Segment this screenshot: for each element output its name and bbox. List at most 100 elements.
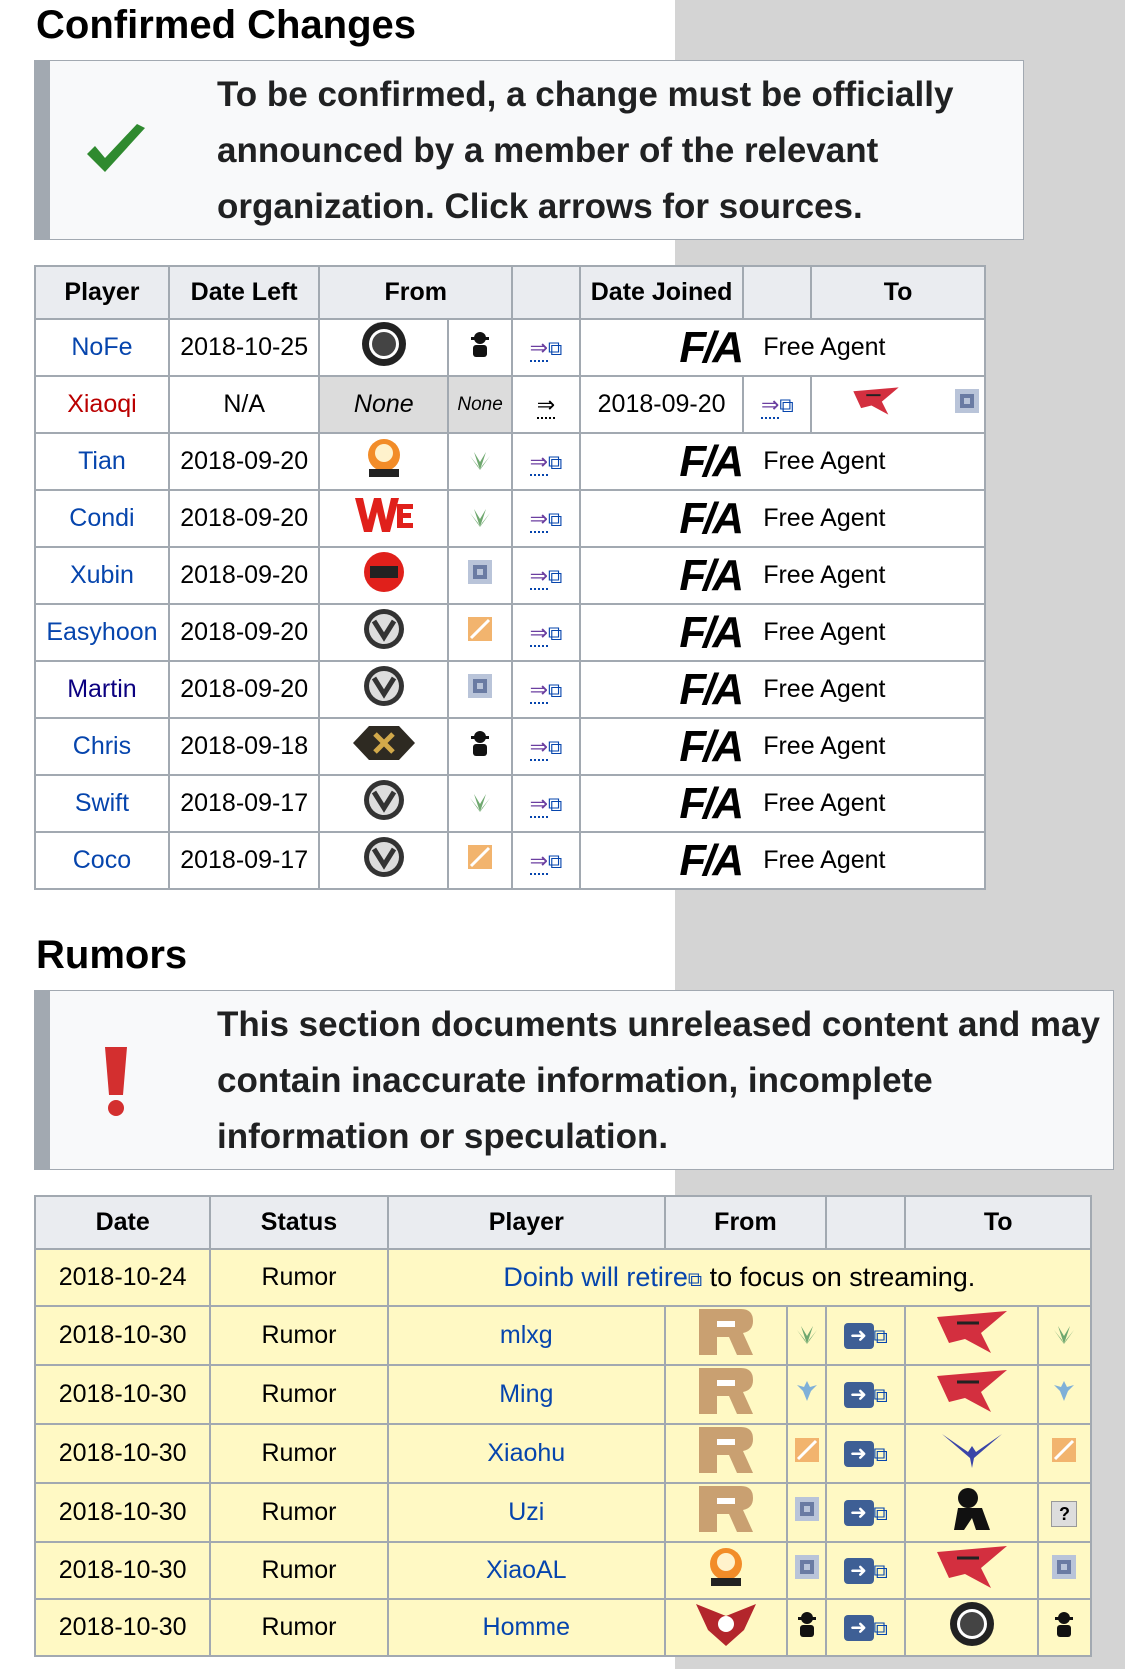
sn-gaming-logo[interactable] (703, 1548, 749, 1596)
from-team-cell (318, 774, 450, 833)
to-cell: F/A Free Agent (578, 546, 987, 605)
source-arrow-icon[interactable]: ⇒ (760, 392, 780, 419)
external-link-icon[interactable]: ⧉ (548, 851, 562, 873)
rogue-warriors-logo[interactable] (935, 1370, 1009, 1420)
player-link[interactable]: Xiaoqi (67, 390, 137, 418)
external-link-icon[interactable]: ⧉ (548, 509, 562, 531)
rng-logo[interactable] (695, 1309, 757, 1363)
source-arrow-icon[interactable]: ➜ (843, 1615, 874, 1642)
retired-icon[interactable] (952, 1488, 992, 1538)
player-link[interactable]: Chris (73, 732, 131, 760)
to-team-cell (810, 375, 986, 434)
external-link-icon[interactable]: ⧉ (874, 1503, 888, 1525)
to-cell: F/A Free Agent (578, 774, 987, 833)
free-agent-wrap: F/A Free Agent (581, 836, 984, 886)
free-agent-logo: F/A (679, 322, 744, 372)
sn-gaming-logo[interactable] (361, 439, 407, 487)
status-cell: Rumor (209, 1305, 389, 1366)
source-arrow-icon[interactable]: ⇒ (529, 335, 548, 362)
player-link[interactable]: Swift (75, 789, 129, 817)
coach-icon (469, 731, 491, 762)
player-link[interactable]: Martin (67, 675, 136, 703)
rogue-warriors-logo[interactable] (935, 1311, 1009, 1361)
player-link[interactable]: NoFe (71, 333, 132, 361)
player-link[interactable]: Homme (483, 1613, 571, 1641)
arrow-cell: ⇒⧉ (511, 660, 581, 719)
player-link[interactable]: mlxg (500, 1321, 553, 1349)
support-icon (467, 674, 493, 705)
external-link-icon[interactable]: ⧉ (874, 1444, 888, 1466)
external-link-icon[interactable]: ⧉ (548, 338, 562, 360)
source-arrow-icon[interactable]: ⇒ (529, 620, 548, 647)
player-link[interactable]: Condi (69, 504, 134, 532)
rogue-warriors-logo[interactable] (935, 1546, 1009, 1596)
table-row: Easyhoon 2018-09-20 ⇒⧉ F/A Free Agent (34, 603, 987, 662)
external-link-icon[interactable]: ⧉ (874, 1385, 888, 1407)
player-link[interactable]: Xiaohu (487, 1439, 565, 1467)
player-cell: Swift (34, 774, 170, 833)
player-link[interactable]: XiaoAL (486, 1556, 567, 1584)
player-link[interactable]: Tian (78, 447, 126, 475)
player-link[interactable]: Uzi (508, 1498, 544, 1526)
from-role-cell (447, 546, 514, 605)
source-arrow-icon[interactable]: ⇒ (529, 848, 548, 875)
player-cell: Xubin (34, 546, 170, 605)
external-link-icon[interactable]: ⧉ (548, 623, 562, 645)
to-role-cell (1036, 1598, 1093, 1657)
date-cell: 2018-10-24 (33, 1248, 212, 1307)
external-link-icon[interactable]: ⧉ (688, 1269, 702, 1291)
source-arrow-icon[interactable]: ⇒ (529, 563, 548, 590)
rng-logo[interactable] (695, 1427, 757, 1481)
source-arrow-icon[interactable]: ➜ (843, 1382, 874, 1409)
from-team-cell (318, 831, 450, 890)
free-agent-logo: F/A (679, 721, 744, 771)
from-role-cell (447, 603, 514, 662)
free-agent-label: Free Agent (763, 333, 886, 361)
royal-never-give-up-coach-logo[interactable] (694, 1604, 758, 1654)
date-cell: 2018-10-30 (33, 1364, 212, 1425)
player-cell: Chris (34, 717, 170, 776)
player-link[interactable]: Xubin (70, 561, 134, 589)
external-link-icon[interactable]: ⧉ (874, 1618, 888, 1640)
external-link-icon[interactable]: ⧉ (779, 395, 793, 417)
source-arrow-icon[interactable]: ⇒ (529, 791, 548, 818)
player-link[interactable]: Coco (73, 846, 131, 874)
we-logo[interactable] (353, 498, 415, 542)
rng-logo[interactable] (695, 1486, 757, 1540)
external-link-icon[interactable]: ⧉ (548, 680, 562, 702)
doinb-retire-link[interactable]: Doinb will retire (503, 1262, 688, 1292)
player-link[interactable]: Ming (499, 1380, 553, 1408)
source-arrow-icon[interactable]: ➜ (843, 1323, 874, 1350)
note-rest: to focus on streaming. (702, 1262, 976, 1292)
header-arrow (824, 1195, 907, 1250)
source-arrow-icon[interactable]: ⇒ (529, 449, 548, 476)
top-esports-logo[interactable] (360, 552, 408, 602)
source-arrow-icon[interactable]: ➜ (843, 1441, 874, 1468)
vici-gaming-logo[interactable] (360, 780, 408, 830)
free-agent-label: Free Agent (763, 447, 886, 475)
edg-logo[interactable] (948, 1602, 996, 1654)
source-arrow-icon[interactable]: ⇒ (529, 734, 548, 761)
external-link-icon[interactable]: ⧉ (548, 794, 562, 816)
jdg-logo[interactable] (351, 726, 417, 770)
external-link-icon[interactable]: ⧉ (874, 1326, 888, 1348)
arrow-icon[interactable]: ⇒ (536, 392, 556, 419)
flash-wolves-logo[interactable] (940, 1434, 1004, 1478)
rogue-warriors-logo[interactable] (852, 378, 900, 431)
header-to: To (904, 1195, 1092, 1250)
header-blank (742, 265, 813, 320)
vici-gaming-logo[interactable] (360, 666, 408, 716)
player-link[interactable]: Easyhoon (46, 618, 157, 646)
vici-gaming-logo[interactable] (360, 837, 408, 887)
rng-logo[interactable] (695, 1368, 757, 1422)
source-arrow-icon[interactable]: ⇒ (529, 506, 548, 533)
source-arrow-icon[interactable]: ➜ (843, 1558, 874, 1585)
external-link-icon[interactable]: ⧉ (548, 566, 562, 588)
source-arrow-icon[interactable]: ➜ (843, 1500, 874, 1527)
external-link-icon[interactable]: ⧉ (874, 1561, 888, 1583)
external-link-icon[interactable]: ⧉ (548, 452, 562, 474)
edg-logo[interactable] (360, 322, 408, 374)
vici-gaming-logo[interactable] (360, 609, 408, 659)
external-link-icon[interactable]: ⧉ (548, 737, 562, 759)
source-arrow-icon[interactable]: ⇒ (529, 677, 548, 704)
